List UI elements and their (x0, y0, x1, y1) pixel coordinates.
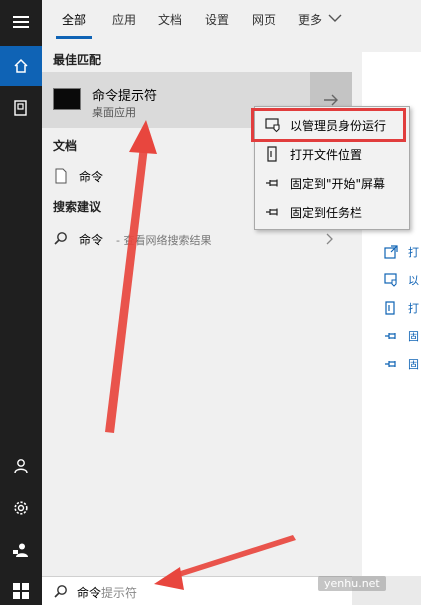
documents-rail-button[interactable] (0, 88, 42, 128)
preview-action-row[interactable]: 固 (382, 354, 421, 374)
best-match-title: 命令提示符 (92, 89, 158, 104)
pin-icon (385, 361, 396, 367)
preview-action-row[interactable]: 打 (382, 242, 421, 262)
search-tabs: 全部 应用 文档 设置 网页 更多 (42, 0, 352, 40)
home-button[interactable] (0, 46, 42, 86)
suggestion-hint: - 查看网络搜索结果 (116, 234, 212, 247)
documents-heading: 文档 (53, 139, 78, 153)
pin-to-taskbar-menu-item[interactable]: 固定到任务栏 (255, 198, 409, 226)
tab-settings[interactable]: 设置 (205, 11, 229, 28)
home-icon (14, 58, 28, 73)
pin-icon (385, 333, 396, 339)
start-left-rail (0, 0, 42, 605)
preview-action-row[interactable]: 以 (382, 270, 421, 290)
user-icon (14, 459, 28, 474)
feedback-user-icon (13, 543, 28, 557)
arrow-right-icon (324, 94, 338, 106)
menu-item-label: 固定到任务栏 (290, 206, 363, 220)
tab-more[interactable]: 更多 (298, 11, 322, 28)
command-prompt-icon (53, 88, 81, 110)
taskbar-search-box[interactable]: 命令 提示符 (42, 576, 352, 605)
preview-action-row[interactable]: 固 (382, 326, 421, 346)
preview-action-label: 以 (408, 274, 419, 287)
preview-action-label: 固 (408, 330, 419, 343)
open-file-location-menu-item[interactable]: 打开文件位置 (255, 140, 409, 168)
menu-item-label: 打开文件位置 (290, 148, 363, 162)
gear-icon (14, 501, 28, 515)
account-button[interactable] (0, 446, 42, 486)
preview-pane: 打 以 打 固 固 (352, 0, 421, 605)
best-match-heading: 最佳匹配 (53, 53, 102, 67)
hamburger-icon (13, 16, 29, 28)
search-icon (54, 232, 67, 245)
best-match-subtitle: 桌面应用 (92, 106, 136, 119)
suggestion-label: 命令 (79, 233, 104, 247)
pin-icon (266, 208, 278, 216)
search-query-text: 命令 (77, 586, 102, 600)
document-result-label: 命令 (79, 170, 104, 184)
preview-action-label: 打 (408, 302, 419, 315)
file-location-icon (385, 301, 395, 315)
preview-action-row[interactable]: 打 (382, 298, 421, 318)
file-location-icon (267, 146, 277, 162)
chevron-down-icon[interactable] (328, 13, 342, 23)
shield-window-icon (384, 273, 397, 287)
highlight-box (251, 108, 406, 142)
chevron-right-icon[interactable] (326, 233, 334, 245)
active-tab-indicator (56, 36, 92, 39)
search-autocomplete-text: 提示符 (101, 586, 138, 600)
settings-button[interactable] (0, 488, 42, 528)
preview-action-label: 打 (408, 246, 419, 259)
watermark-text: yenhu.net (318, 576, 386, 591)
menu-item-label: 固定到"开始"屏幕 (290, 177, 386, 191)
hamburger-menu-button[interactable] (0, 2, 42, 42)
pin-icon (266, 179, 278, 187)
tab-web[interactable]: 网页 (252, 11, 276, 28)
search-suggestions-heading: 搜索建议 (53, 200, 102, 214)
pin-to-start-menu-item[interactable]: 固定到"开始"屏幕 (255, 169, 409, 197)
open-icon (384, 245, 398, 259)
start-button[interactable] (0, 576, 42, 605)
search-icon (54, 585, 67, 598)
search-results-panel: 全部 应用 文档 设置 网页 更多 最佳匹配 命令提示符 桌面应用 文档 命令 … (42, 0, 352, 576)
windows-logo-icon (13, 582, 29, 599)
preview-action-label: 固 (408, 358, 419, 371)
blank-document-icon (55, 168, 67, 184)
tab-all[interactable]: 全部 (62, 11, 86, 28)
document-icon (14, 100, 27, 116)
feedback-button[interactable] (0, 530, 42, 570)
tab-documents[interactable]: 文档 (158, 11, 182, 28)
tab-apps[interactable]: 应用 (112, 11, 136, 28)
